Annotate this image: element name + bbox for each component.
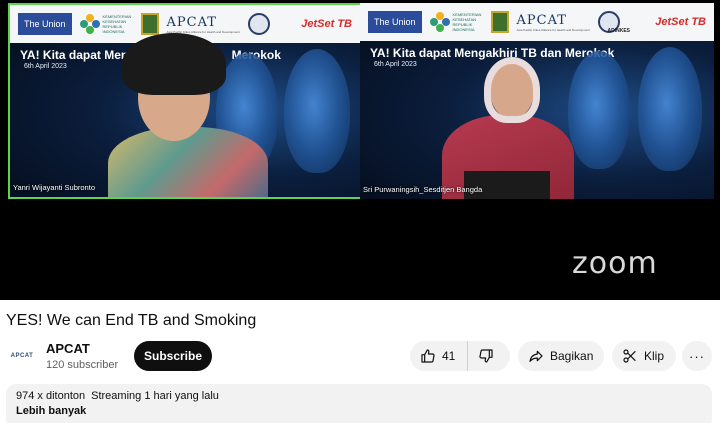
like-count: 41	[442, 349, 456, 363]
like-button[interactable]: 41	[410, 341, 469, 371]
thumbs-up-icon	[421, 349, 435, 363]
video-player[interactable]: The Union KEMENTERIAN KESEHATAN REPUBLIK…	[0, 0, 720, 300]
video-stats: 974 x ditonton Streaming 1 hari yang lalu	[16, 390, 702, 402]
more-actions-button[interactable]: ···	[682, 341, 712, 371]
share-label: Bagikan	[550, 349, 594, 363]
more-horizontal-icon: ···	[689, 348, 705, 364]
channel-avatar[interactable]: APCAT	[6, 346, 38, 366]
participant-tile-left: The Union KEMENTERIAN KESEHATAN REPUBLIK…	[8, 3, 362, 199]
dislike-button[interactable]	[468, 341, 494, 371]
share-icon	[529, 350, 543, 362]
description-box[interactable]: 974 x ditonton Streaming 1 hari yang lalu…	[6, 384, 712, 423]
show-more-link[interactable]: Lebih banyak	[16, 405, 702, 417]
zoom-watermark: zoom	[572, 246, 658, 281]
clip-label: Klip	[644, 349, 665, 363]
scissors-icon	[623, 349, 636, 363]
share-button[interactable]: Bagikan	[518, 341, 604, 371]
subscribe-button[interactable]: Subscribe	[134, 341, 212, 371]
video-title: YES! We can End TB and Smoking	[6, 312, 257, 329]
participant-name-right: Sri Purwaningsih_Sesditjen Bangda	[363, 185, 483, 194]
stream-date: Streaming 1 hari yang lalu	[91, 390, 219, 402]
view-count: 974 x ditonton	[16, 390, 86, 402]
speaker-video-right	[360, 3, 714, 199]
thumbs-down-icon	[479, 349, 493, 363]
subscriber-count: 120 subscriber	[46, 359, 119, 371]
participant-name-left: Yanri Wijayanti Subronto	[13, 183, 95, 192]
speaker-video-left	[10, 5, 360, 197]
participant-tile-right: The Union KEMENTERIAN KESEHATAN REPUBLIK…	[360, 3, 714, 199]
clip-button[interactable]: Klip	[612, 341, 676, 371]
like-dislike-group: 41	[410, 341, 510, 371]
channel-name[interactable]: APCAT	[46, 341, 90, 356]
